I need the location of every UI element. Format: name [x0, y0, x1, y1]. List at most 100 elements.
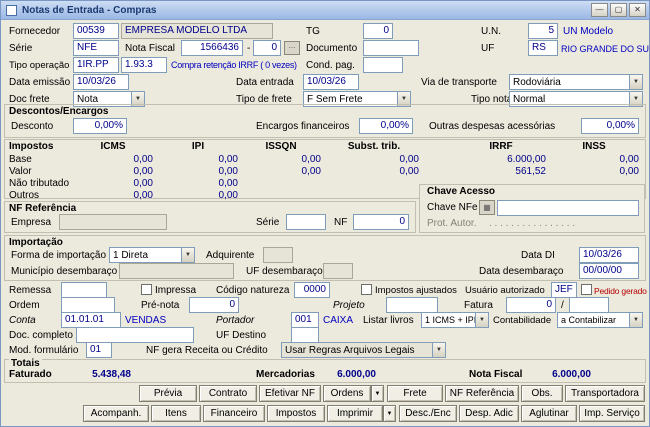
- window-title: Notas de Entrada - Compras: [22, 5, 589, 16]
- forma-importacao-combo[interactable]: 1 Direta ▼: [109, 247, 195, 263]
- mod-formulario-field[interactable]: 01: [86, 342, 112, 358]
- impostos-header-irrf: IRRF: [456, 141, 546, 152]
- contabilidade-combo[interactable]: a Contabilizar ▼: [557, 312, 643, 328]
- fornecedor-label: Fornecedor: [9, 26, 60, 37]
- desconto-field[interactable]: 0,00%: [73, 118, 127, 134]
- desc-enc-button[interactable]: Desc./Enc: [399, 405, 457, 422]
- documento-label: Documento: [306, 43, 357, 54]
- barcode-icon[interactable]: ▦: [479, 200, 495, 215]
- pedido-gerado-checkbox[interactable]: [581, 284, 592, 295]
- cond-pag-field[interactable]: [363, 57, 403, 73]
- conta-label: Conta: [9, 315, 36, 326]
- conta-desc-text: VENDAS: [125, 315, 166, 326]
- frete-button[interactable]: Frete: [387, 385, 443, 402]
- mod-formulario-label: Mod. formulário: [9, 345, 78, 356]
- imprimir-button[interactable]: Imprimir: [327, 405, 383, 422]
- data-entrada-field[interactable]: 10/03/26: [303, 74, 359, 90]
- data-di-field[interactable]: 10/03/26: [579, 247, 639, 263]
- remessa-field[interactable]: [61, 282, 107, 298]
- desp-adic-button[interactable]: Desp. Adic: [459, 405, 519, 422]
- impostos-title: Impostos: [9, 141, 53, 152]
- fornecedor-code-field[interactable]: 00539: [73, 23, 119, 39]
- nfref-serie-label: Série: [256, 217, 279, 228]
- notas-entrada-window: Notas de Entrada - Compras — ▢ ✕ Fornece…: [0, 0, 650, 427]
- ordens-button[interactable]: Ordens: [323, 385, 371, 402]
- listar-livros-combo[interactable]: 1 ICMS + IPI ▼: [421, 312, 489, 328]
- nfref-serie-field[interactable]: [286, 214, 326, 230]
- chevron-down-icon[interactable]: ▼: [475, 313, 488, 327]
- impostos-ajustados-checkbox[interactable]: [361, 284, 372, 295]
- impostos-button[interactable]: Impostos: [267, 405, 325, 422]
- ordem-field[interactable]: [61, 297, 115, 313]
- data-di-label: Data DI: [521, 250, 555, 261]
- prot-autor-label: Prot. Autor.: [427, 218, 476, 229]
- serie-field[interactable]: NFE: [73, 40, 119, 56]
- close-icon[interactable]: ✕: [629, 3, 646, 17]
- nf-referencia-title: NF Referência: [9, 203, 76, 214]
- acompanh-button[interactable]: Acompanh.: [83, 405, 149, 422]
- minimize-icon[interactable]: —: [591, 3, 608, 17]
- data-desembaraco-field[interactable]: 00/00/00: [579, 263, 639, 279]
- financeiro-button[interactable]: Financeiro: [203, 405, 265, 422]
- tipo-operacao-cfop-field[interactable]: 1.93.3: [121, 57, 167, 73]
- impostos-cell: 0,00: [549, 166, 639, 177]
- impostos-row-label: Base: [9, 154, 32, 165]
- maximize-icon[interactable]: ▢: [610, 3, 627, 17]
- fatura-field[interactable]: 0: [506, 297, 556, 313]
- uf-label: UF: [481, 43, 494, 54]
- chevron-down-icon[interactable]: ▼: [181, 248, 194, 262]
- data-emissao-field[interactable]: 10/03/26: [73, 74, 129, 90]
- efetivar-nf-button[interactable]: Efetivar NF: [259, 385, 321, 402]
- encargos-field[interactable]: 0,00%: [359, 118, 413, 134]
- conta-field[interactable]: 01.01.01: [61, 312, 121, 328]
- documento-field[interactable]: [363, 40, 419, 56]
- obs-button[interactable]: Obs.: [521, 385, 563, 402]
- descontos-title: Descontos/Encargos: [9, 106, 108, 117]
- impostos-cell: 0,00: [73, 166, 153, 177]
- transportadora-button[interactable]: Transportadora: [565, 385, 645, 402]
- itens-button[interactable]: Itens: [151, 405, 201, 422]
- data-emissao-label: Data emissão: [9, 77, 70, 88]
- chevron-down-icon[interactable]: ▼: [432, 343, 445, 357]
- data-entrada-label: Data entrada: [236, 77, 294, 88]
- chave-nfe-field[interactable]: [497, 200, 639, 216]
- chevron-down-icon[interactable]: ▼: [629, 313, 642, 327]
- nota-fiscal-lookup-button[interactable]: ...: [284, 41, 300, 55]
- nf-gera-combo[interactable]: Usar Regras Arquivos Legais ▼: [281, 342, 446, 358]
- tipo-operacao-label: Tipo operação: [9, 60, 69, 71]
- tipo-operacao-code-field[interactable]: 1IR.PP: [73, 57, 119, 73]
- projeto-field[interactable]: [386, 297, 438, 313]
- contrato-button[interactable]: Contrato: [199, 385, 257, 402]
- nf-referencia-button[interactable]: NF Referência: [445, 385, 519, 402]
- municipio-desembaraco-label: Município desembaraço: [11, 266, 117, 277]
- uf-destino-field[interactable]: [291, 327, 319, 343]
- un-field[interactable]: 5: [528, 23, 558, 39]
- aglutinar-button[interactable]: Aglutinar: [521, 405, 577, 422]
- outras-despesas-field[interactable]: 0,00%: [581, 118, 639, 134]
- uf-field[interactable]: RS: [528, 40, 558, 56]
- impostos-cell: 0,00: [73, 154, 153, 165]
- impressa-label: Impressa: [155, 285, 196, 296]
- nota-fiscal-numero-field[interactable]: 1566436: [181, 40, 243, 56]
- imp-servico-button[interactable]: Imp. Serviço: [579, 405, 645, 422]
- fatura-parcela-field[interactable]: [569, 297, 609, 313]
- title-bar: Notas de Entrada - Compras — ▢ ✕: [1, 1, 649, 20]
- via-transporte-combo[interactable]: Rodoviária ▼: [509, 74, 643, 90]
- pedido-gerado-label: Pedido gerado: [594, 286, 647, 296]
- impressa-checkbox[interactable]: [141, 284, 152, 295]
- nfref-nf-field[interactable]: 0: [353, 214, 409, 230]
- nota-fiscal-sufixo-field[interactable]: 0: [253, 40, 281, 56]
- doc-completo-field[interactable]: [76, 327, 194, 343]
- ordens-dropdown-button[interactable]: ▼: [371, 385, 384, 402]
- chevron-down-icon[interactable]: ▼: [629, 75, 642, 89]
- usuario-autorizado-field[interactable]: JEF: [551, 282, 577, 298]
- portador-field[interactable]: 001: [291, 312, 319, 328]
- previa-button[interactable]: Prévia: [139, 385, 197, 402]
- un-name-text: UN Modelo: [563, 26, 613, 37]
- pre-nota-field[interactable]: 0: [189, 297, 239, 313]
- imprimir-dropdown-button[interactable]: ▼: [383, 405, 396, 422]
- tg-field[interactable]: 0: [363, 23, 393, 39]
- adquirente-field: [263, 247, 293, 263]
- codigo-natureza-label: Código natureza: [216, 285, 289, 296]
- codigo-natureza-field[interactable]: 0000: [294, 282, 330, 298]
